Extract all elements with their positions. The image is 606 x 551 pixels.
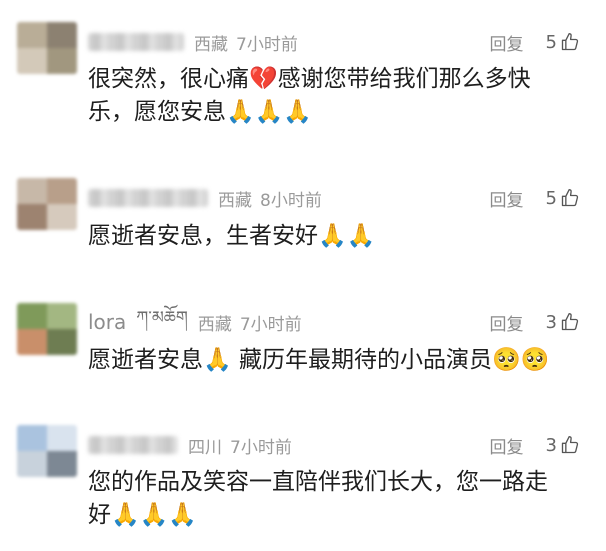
comment-text: 愿逝者安息🙏 藏历年最期待的小品演员🥺🥺 — [88, 344, 576, 377]
region-label: 西藏 — [218, 190, 252, 211]
comment-meta: 西藏 7小时前 — [88, 30, 298, 55]
timestamp: 7小时前 — [230, 437, 292, 458]
thumbs-up-icon[interactable] — [560, 188, 580, 208]
avatar[interactable] — [17, 425, 77, 477]
comment-text: 很突然，很心痛💔感谢您带给我们那么多快 乐，愿您安息🙏🙏🙏 — [88, 63, 576, 129]
thumbs-up-icon[interactable] — [560, 435, 580, 455]
username-suffix: ཀ་མཆོག — [136, 308, 188, 328]
region-label: 西藏 — [194, 34, 228, 55]
comment-line: 好🙏🙏🙏 — [88, 502, 197, 528]
reply-button[interactable]: 回复 — [490, 30, 524, 55]
comment-line: 愿逝者安息🙏 藏历年最期待的小品演员🥺🥺 — [88, 347, 550, 373]
comment-meta: 四川 7小时前 — [88, 433, 292, 458]
reply-button[interactable]: 回复 — [490, 433, 524, 458]
comment-meta: lora ཀ་མཆོག 西藏 7小时前 — [88, 308, 302, 335]
thumbs-up-icon[interactable] — [560, 32, 580, 52]
comment-line: 您的作品及笑容一直陪伴我们长大，您一路走 — [88, 469, 548, 495]
comment-line: 很突然，很心痛💔感谢您带给我们那么多快 — [88, 66, 531, 92]
like-count: 3 — [545, 311, 557, 333]
username-blurred[interactable] — [88, 436, 178, 454]
timestamp: 7小时前 — [239, 314, 302, 335]
comment-line: 愿逝者安息，生者安好🙏🙏 — [88, 223, 376, 249]
comment-meta: 西藏 8小时前 — [88, 186, 322, 211]
timestamp: 7小时前 — [236, 34, 298, 55]
avatar[interactable] — [17, 178, 77, 230]
reply-button[interactable]: 回复 — [490, 310, 524, 335]
comment-actions: 回复 3 — [490, 310, 580, 335]
comment-text: 愿逝者安息，生者安好🙏🙏 — [88, 220, 576, 253]
like-count: 3 — [545, 434, 557, 456]
username-blurred[interactable] — [88, 189, 208, 207]
comment-actions: 回复 5 — [490, 186, 580, 211]
like-count: 5 — [545, 31, 557, 53]
region-label: 四川 — [188, 437, 222, 458]
comment-actions: 回复 3 — [490, 433, 580, 458]
like-count: 5 — [545, 187, 557, 209]
avatar[interactable] — [17, 303, 77, 355]
comment-actions: 回复 5 — [490, 30, 580, 55]
avatar[interactable] — [17, 22, 77, 74]
comment-text: 您的作品及笑容一直陪伴我们长大，您一路走 好🙏🙏🙏 — [88, 466, 576, 532]
timestamp: 8小时前 — [260, 190, 322, 211]
comment-line: 乐，愿您安息🙏🙏🙏 — [88, 99, 312, 125]
username[interactable]: lora — [88, 310, 126, 334]
username-blurred[interactable] — [88, 33, 184, 51]
region-label: 西藏 — [197, 314, 232, 335]
thumbs-up-icon[interactable] — [560, 312, 580, 332]
reply-button[interactable]: 回复 — [490, 186, 524, 211]
